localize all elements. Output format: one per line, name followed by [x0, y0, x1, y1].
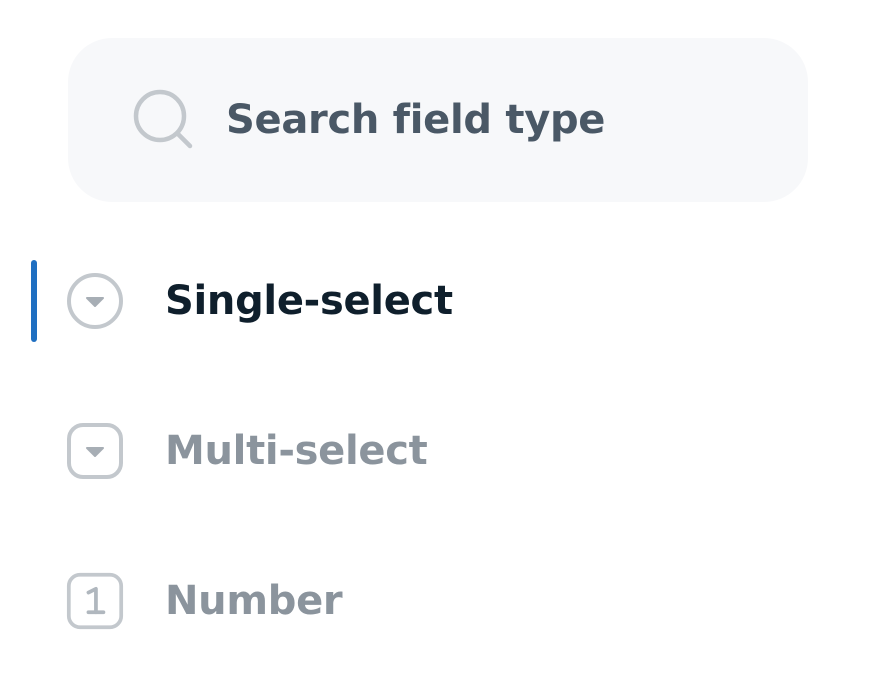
field-type-list: Single-select Multi-select Number	[0, 226, 892, 673]
search-icon	[130, 87, 196, 153]
search-box[interactable]	[68, 38, 808, 202]
field-type-label: Multi-select	[165, 428, 428, 474]
square-chevron-down-icon	[66, 422, 124, 480]
field-type-multi-select[interactable]: Multi-select	[0, 376, 892, 526]
field-type-single-select[interactable]: Single-select	[0, 226, 892, 376]
field-type-number[interactable]: Number	[0, 526, 892, 673]
circle-chevron-down-icon	[66, 272, 124, 330]
field-type-label: Number	[165, 578, 343, 624]
active-indicator	[31, 260, 37, 342]
field-type-picker: Single-select Multi-select Number	[0, 0, 892, 673]
number-one-icon	[66, 572, 124, 630]
field-type-label: Single-select	[165, 278, 453, 324]
search-input[interactable]	[226, 97, 766, 143]
